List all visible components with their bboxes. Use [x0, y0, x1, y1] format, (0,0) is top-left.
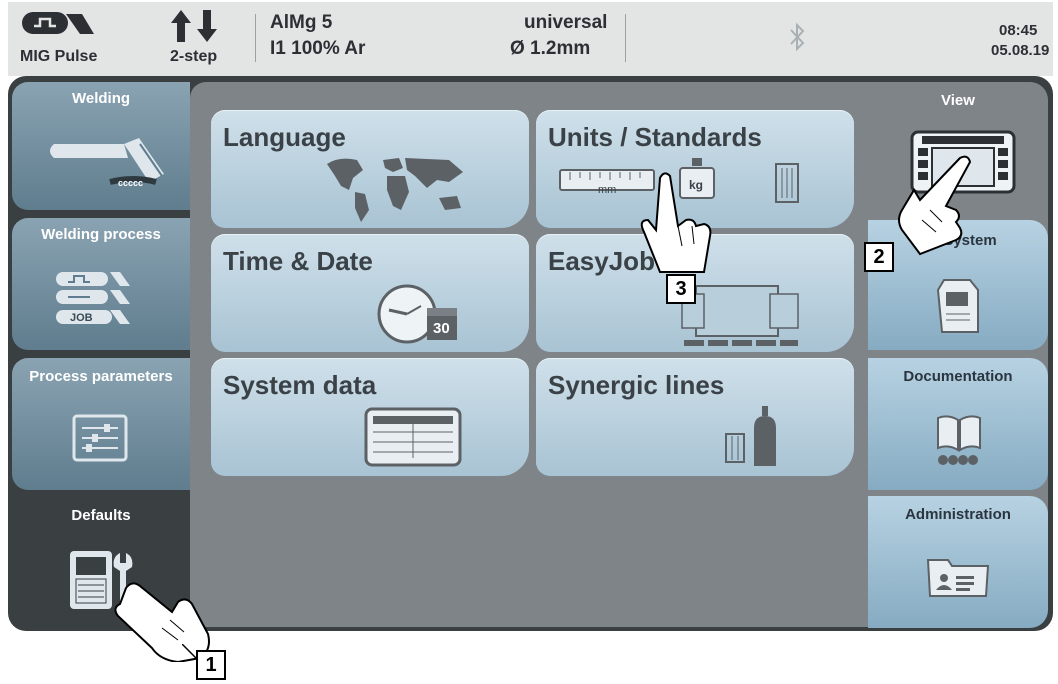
wire-gas-icon [725, 406, 776, 466]
nav-welding-label: Welding [71, 90, 131, 107]
callout-2: 2 [864, 242, 894, 272]
process-label: MIG Pulse [20, 48, 98, 65]
clock-calendar-icon [377, 284, 457, 344]
mig-pulse-torch-icon [22, 12, 94, 34]
nav-welding[interactable]: Welding ccccc [12, 82, 190, 210]
tile-time-date-label: Time & Date [223, 246, 373, 276]
nav-documentation[interactable]: Documentation [868, 358, 1048, 490]
tile-time-date[interactable]: Time & Date 30 [211, 234, 529, 352]
nav-defaults-label: Defaults [71, 507, 131, 524]
nav-welding-process-label: Welding process [41, 226, 161, 243]
wire-spool-icon [775, 163, 799, 203]
material-label: AlMg 5 [270, 12, 333, 33]
nav-welding-process[interactable]: Welding process JOB [12, 218, 190, 350]
callout-line-1 [182, 644, 196, 659]
pointing-hand-icon-2 [898, 155, 972, 256]
user-folder-icon [926, 559, 990, 597]
tile-units-standards-label: Units / Standards [548, 122, 762, 152]
pointing-hand-icon-3 [640, 172, 712, 273]
clock-date: 05.08.19 [991, 42, 1050, 59]
calendar-day: 30 [433, 320, 450, 337]
tile-synergic-lines[interactable]: Synergic lines [536, 358, 854, 476]
nav-process-parameters[interactable]: Process parameters [12, 358, 190, 490]
nav-process-parameters-label: Process parameters [29, 368, 173, 385]
tile-language-label: Language [223, 122, 346, 152]
sliders-icon [72, 414, 128, 462]
bluetooth-icon [790, 22, 805, 52]
welding-torch-icon: ccccc [50, 138, 164, 188]
process-icon [56, 272, 130, 324]
tile-system-data-label: System data [223, 370, 377, 400]
characteristic-label: universal [524, 12, 608, 33]
svg-text:ccccc: ccccc [118, 178, 143, 188]
mode-arrows-icon [171, 10, 217, 42]
mode-label: 2-step [170, 48, 218, 65]
callout-3: 3 [666, 274, 696, 304]
system-device-icon [936, 279, 979, 333]
status-bar: MIG Pulse 2-step AlMg 5 I1 100% Ar unive… [8, 2, 1053, 76]
nav-administration[interactable]: Administration [868, 496, 1048, 628]
nav-view-label: View [941, 92, 975, 109]
data-table-icon [364, 407, 462, 467]
book-icon [937, 415, 981, 465]
tile-language[interactable]: Language [211, 110, 529, 228]
tile-synergic-lines-label: Synergic lines [548, 370, 725, 400]
callout-1: 1 [196, 650, 226, 680]
clock-time: 08:45 [999, 22, 1038, 39]
world-map-icon [327, 158, 463, 222]
unit-mm: mm [598, 184, 617, 196]
wire-diameter-label: Ø 1.2mm [510, 38, 591, 59]
nav-administration-label: Administration [905, 506, 1011, 523]
job-badge: JOB [70, 312, 93, 324]
nav-documentation-label: Documentation [903, 368, 1013, 385]
tile-system-data[interactable]: System data [211, 358, 529, 476]
pointing-hand-icon-1 [114, 582, 210, 662]
gas-label: I1 100% Ar [270, 38, 366, 59]
